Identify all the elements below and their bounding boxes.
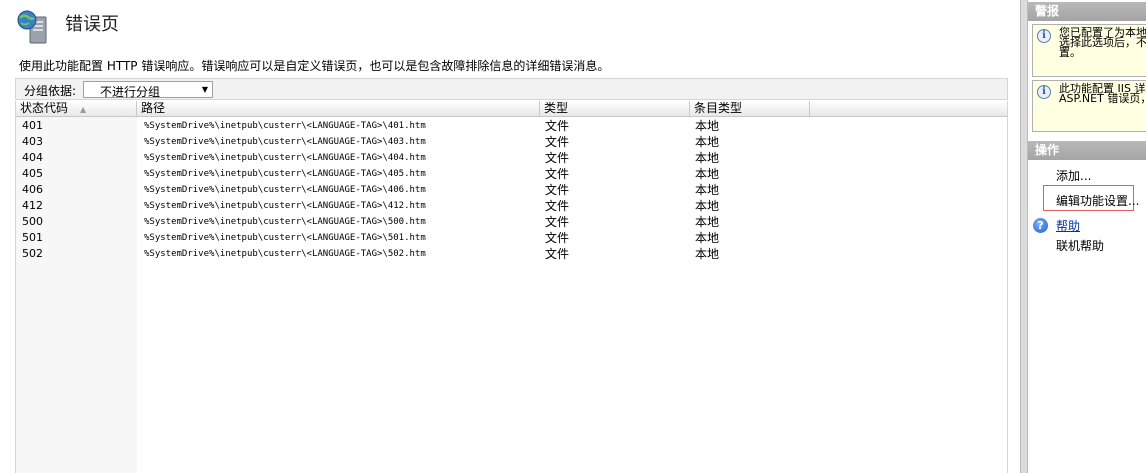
column-header-entry-type[interactable]: 条目类型 — [690, 101, 810, 117]
table-row[interactable]: 501 %SystemDrive%\inetpub\custerr\<LANGUA… — [16, 230, 1007, 246]
add-button[interactable]: 添加... — [1056, 167, 1091, 184]
cell-status-code: 501 — [22, 231, 43, 244]
cell-path: %SystemDrive%\inetpub\custerr\<LANGUAGE-… — [144, 185, 426, 195]
cell-type: 文件 — [545, 199, 570, 213]
group-by-bar: 分组依据: 不进行分组 ▼ — [15, 78, 1008, 100]
alert-detailed-errors: i 您已配置了为本地请求返回的详细错误。选择此选项后，不会返回自定义的错误配置。 — [1032, 24, 1146, 77]
column-header-label: 路径 — [141, 101, 166, 115]
table-row[interactable]: 412 %SystemDrive%\inetpub\custerr\<LANGUA… — [16, 198, 1007, 214]
error-pages-table: 状态代码 ▲ 路径 类型 条目类型 401 %SystemDrive%\inetp… — [15, 101, 1008, 473]
table-row[interactable]: 500 %SystemDrive%\inetpub\custerr\<LANGUA… — [16, 214, 1007, 230]
column-header-type[interactable]: 类型 — [540, 101, 690, 117]
alert-text: 此功能配置 IIS 详细了解如何配置 ASP.NET 错误页，处。 — [1059, 82, 1146, 105]
table-row[interactable]: 502 %SystemDrive%\inetpub\custerr\<LANGUA… — [16, 246, 1007, 262]
column-header-status-code[interactable]: 状态代码 ▲ — [16, 101, 137, 117]
cell-status-code: 404 — [22, 151, 43, 164]
page-title: 错误页 — [65, 14, 119, 35]
table-row[interactable]: 403 %SystemDrive%\inetpub\custerr\<LANGUA… — [16, 134, 1007, 150]
actions-pane: 警报 i 您已配置了为本地请求返回的详细错误。选择此选项后，不会返回自定义的错误… — [1027, 0, 1146, 473]
cell-entry-type: 本地 — [695, 183, 720, 197]
cell-type: 文件 — [545, 151, 570, 165]
main-pane: 错误页 使用此功能配置 HTTP 错误响应。错误响应可以是自定义错误页，也可以是… — [0, 0, 1020, 473]
cell-status-code: 412 — [22, 199, 43, 212]
cell-status-code: 403 — [22, 135, 43, 148]
cell-path: %SystemDrive%\inetpub\custerr\<LANGUAGE-… — [144, 169, 426, 179]
alerts-header: 警报 — [1028, 2, 1146, 21]
cell-path: %SystemDrive%\inetpub\custerr\<LANGUAGE-… — [144, 121, 426, 131]
column-header-label: 类型 — [544, 101, 569, 115]
info-icon: i — [1037, 85, 1051, 99]
dropdown-arrow-icon[interactable]: ▼ — [198, 82, 212, 97]
sort-ascending-icon: ▲ — [80, 105, 87, 114]
cell-entry-type: 本地 — [695, 199, 720, 213]
table-row[interactable]: 405 %SystemDrive%\inetpub\custerr\<LANGUA… — [16, 166, 1007, 182]
cell-entry-type: 本地 — [695, 151, 720, 165]
cell-status-code: 401 — [22, 119, 43, 132]
cell-entry-type: 本地 — [695, 231, 720, 245]
cell-status-code: 500 — [22, 215, 43, 228]
group-by-value: 不进行分组 — [100, 85, 161, 99]
cell-status-code: 405 — [22, 167, 43, 180]
server-globe-icon — [17, 10, 47, 44]
cell-type: 文件 — [545, 183, 570, 197]
cell-type: 文件 — [545, 135, 570, 149]
cell-type: 文件 — [545, 231, 570, 245]
group-by-label: 分组依据: — [24, 84, 77, 98]
cell-entry-type: 本地 — [695, 167, 720, 181]
table-row[interactable]: 406 %SystemDrive%\inetpub\custerr\<LANGUA… — [16, 182, 1007, 198]
table-header: 状态代码 ▲ 路径 类型 条目类型 — [16, 101, 1007, 117]
cell-type: 文件 — [545, 215, 570, 229]
online-help-link[interactable]: 联机帮助 — [1056, 237, 1104, 254]
cell-status-code: 406 — [22, 183, 43, 196]
cell-type: 文件 — [545, 167, 570, 181]
column-header-label: 条目类型 — [694, 101, 743, 115]
alert-aspnet-errors: i 此功能配置 IIS 详细了解如何配置 ASP.NET 错误页，处。 — [1032, 80, 1146, 132]
alert-text: 您已配置了为本地请求返回的详细错误。选择此选项后，不会返回自定义的错误配置。 — [1059, 26, 1146, 59]
help-link-label: 帮助 — [1056, 219, 1081, 233]
cell-entry-type: 本地 — [695, 135, 720, 149]
cell-status-code: 502 — [22, 247, 43, 260]
cell-path: %SystemDrive%\inetpub\custerr\<LANGUAGE-… — [144, 137, 426, 147]
column-header-label: 状态代码 — [20, 101, 69, 115]
table-row[interactable]: 404 %SystemDrive%\inetpub\custerr\<LANGUA… — [16, 150, 1007, 166]
actions-header: 操作 — [1028, 141, 1146, 160]
page-description: 使用此功能配置 HTTP 错误响应。错误响应可以是自定义错误页，也可以是包含故障… — [19, 59, 610, 73]
table-body: 401 %SystemDrive%\inetpub\custerr\<LANGUA… — [16, 118, 1007, 262]
info-icon: i — [1037, 29, 1051, 43]
edit-feature-settings-button[interactable]: 编辑功能设置... — [1056, 192, 1139, 209]
cell-entry-type: 本地 — [695, 119, 720, 133]
pane-splitter[interactable] — [1020, 0, 1027, 473]
help-link[interactable]: 帮助 — [1056, 217, 1080, 234]
table-row[interactable]: 401 %SystemDrive%\inetpub\custerr\<LANGUA… — [16, 118, 1007, 134]
cell-path: %SystemDrive%\inetpub\custerr\<LANGUAGE-… — [144, 249, 426, 259]
cell-path: %SystemDrive%\inetpub\custerr\<LANGUAGE-… — [144, 201, 426, 211]
cell-entry-type: 本地 — [695, 247, 720, 261]
cell-type: 文件 — [545, 247, 570, 261]
group-by-select[interactable]: 不进行分组 ▼ — [83, 81, 213, 99]
cell-path: %SystemDrive%\inetpub\custerr\<LANGUAGE-… — [144, 217, 426, 227]
cell-entry-type: 本地 — [695, 215, 720, 229]
help-icon[interactable]: ? — [1033, 218, 1048, 233]
column-header-path[interactable]: 路径 — [137, 101, 540, 117]
cell-type: 文件 — [545, 119, 570, 133]
cell-path: %SystemDrive%\inetpub\custerr\<LANGUAGE-… — [144, 233, 426, 243]
cell-path: %SystemDrive%\inetpub\custerr\<LANGUAGE-… — [144, 153, 426, 163]
